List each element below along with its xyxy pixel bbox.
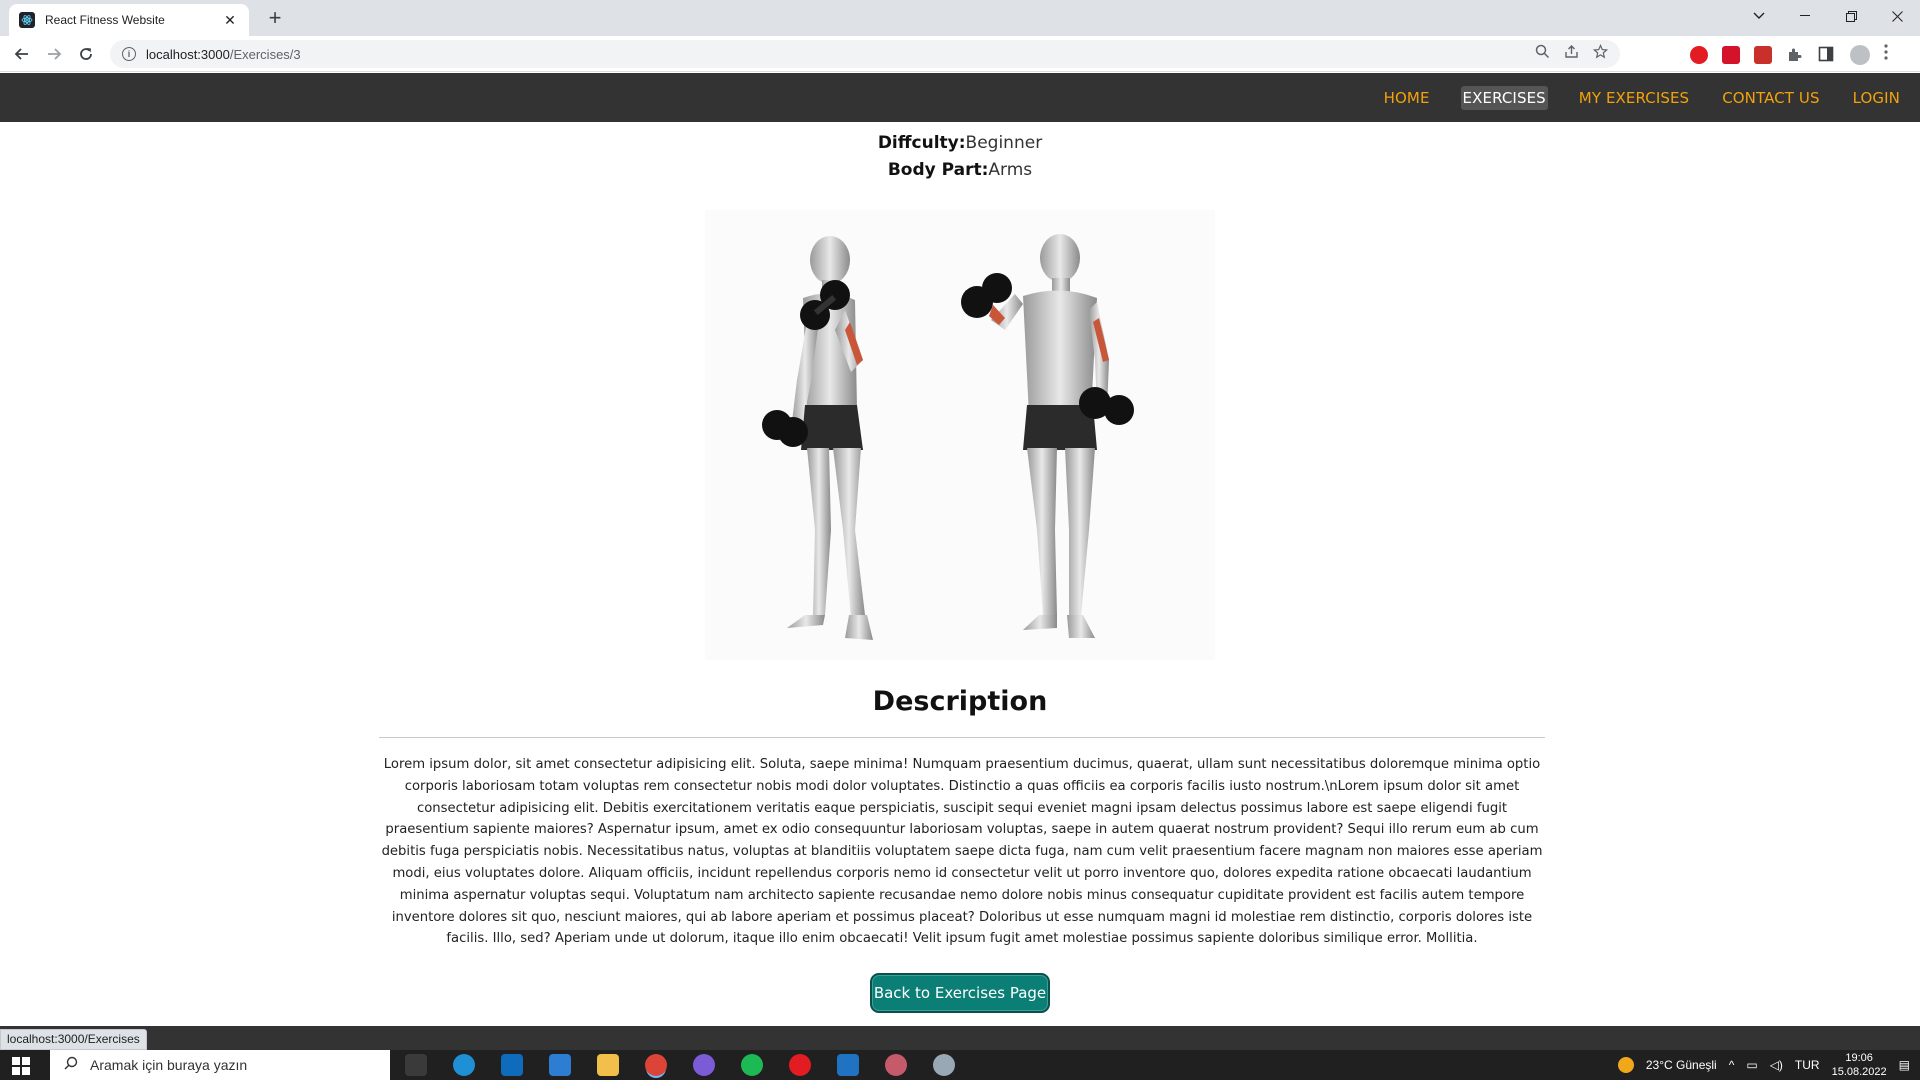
close-window-icon[interactable] (1874, 0, 1920, 32)
weather-sun-icon[interactable] (1617, 1057, 1634, 1073)
network-icon[interactable]: ▭ (1746, 1058, 1757, 1072)
bookmark-star-icon[interactable] (1592, 44, 1609, 62)
nav-login[interactable]: LOGIN (1851, 86, 1902, 110)
nav-contact-us[interactable]: CONTACT US (1720, 86, 1821, 110)
browser-toolbar: i localhost:3000/Exercises/3 (0, 36, 1920, 72)
paint-icon[interactable] (933, 1054, 955, 1076)
share-icon[interactable] (1564, 44, 1579, 62)
file-explorer-icon[interactable] (597, 1054, 619, 1076)
nav-home[interactable]: HOME (1382, 86, 1432, 110)
figure-front-view (961, 234, 1134, 638)
language-indicator[interactable]: TUR (1795, 1058, 1820, 1072)
tab-close-icon[interactable]: ✕ (221, 12, 239, 29)
notification-icon[interactable]: ▤ (1899, 1058, 1910, 1072)
windows-taskbar: Aramak için buraya yazın 23°C Güneşli ^ … (0, 1050, 1920, 1080)
tray-chevron-icon[interactable]: ^ (1729, 1058, 1735, 1072)
opera-extension-icon[interactable] (1690, 45, 1708, 64)
m-extension-icon[interactable] (1722, 45, 1740, 64)
store-icon[interactable] (549, 1054, 571, 1076)
taskbar-search[interactable]: Aramak için buraya yazın (50, 1050, 390, 1080)
app-navbar: HOME EXERCISES MY EXERCISES CONTACT US L… (0, 73, 1920, 122)
taskbar-clock[interactable]: 19:06 15.08.2022 (1832, 1051, 1887, 1079)
restore-icon[interactable] (1828, 0, 1874, 32)
chrome-icon[interactable] (645, 1054, 667, 1076)
url-text: localhost:3000/Exercises/3 (146, 47, 301, 62)
clock-time: 19:06 (1845, 1052, 1873, 1064)
side-panel-icon[interactable] (1818, 46, 1836, 64)
app-icon-pink[interactable] (885, 1054, 907, 1076)
bodypart-label: Body Part: (887, 160, 989, 180)
taskbar-apps (405, 1054, 955, 1076)
new-tab-button[interactable]: + (262, 6, 288, 32)
menu-kebab-icon[interactable] (1884, 44, 1890, 65)
exercise-image (705, 210, 1215, 660)
weather-text[interactable]: 23°C Güneşli (1646, 1058, 1717, 1072)
minimize-icon[interactable] (1782, 0, 1828, 32)
description-heading: Description (872, 686, 1048, 717)
windows-start-icon[interactable] (12, 1057, 30, 1075)
reload-icon[interactable] (74, 42, 98, 66)
bodypart-value: Arms (988, 160, 1033, 180)
figure-side-view (762, 236, 873, 640)
difficulty-row: Diffculty:Beginner (0, 130, 1920, 157)
search-icon (64, 1056, 78, 1075)
status-url-bubble: localhost:3000/Exercises (0, 1029, 147, 1050)
system-tray: 23°C Güneşli ^ ▭ ◁) TUR 19:06 15.08.2022… (1617, 1050, 1910, 1080)
omnibox-actions (1535, 44, 1609, 62)
back-arrow-icon[interactable] (10, 42, 34, 66)
url-host: localhost:3000 (146, 46, 230, 62)
taskbar-search-placeholder: Aramak için buraya yazın (90, 1057, 248, 1073)
discord-icon[interactable] (693, 1054, 715, 1076)
nav-exercises[interactable]: EXERCISES (1460, 85, 1548, 110)
red-extension-icon[interactable] (1754, 45, 1772, 64)
back-to-exercises-button[interactable]: Back to Exercises Page (870, 973, 1050, 1013)
react-favicon-icon (19, 12, 35, 28)
browser-tabstrip: React Fitness Website ✕ + (0, 0, 1920, 36)
profile-avatar[interactable] (1850, 44, 1870, 65)
spotify-icon[interactable] (741, 1054, 763, 1076)
vscode-icon[interactable] (837, 1054, 859, 1076)
task-view-icon[interactable] (405, 1054, 427, 1076)
nav-links: HOME EXERCISES MY EXERCISES CONTACT US L… (1353, 73, 1902, 122)
address-bar[interactable]: i localhost:3000/Exercises/3 (110, 40, 1620, 68)
url-path: /Exercises/3 (229, 46, 301, 62)
extensions-area (1690, 44, 1890, 65)
nav-my-exercises[interactable]: MY EXERCISES (1577, 86, 1691, 110)
tab-title: React Fitness Website (45, 13, 165, 27)
page-footer-bar (0, 1026, 1920, 1050)
clock-date: 15.08.2022 (1831, 1066, 1887, 1078)
zoom-icon[interactable] (1535, 44, 1550, 62)
difficulty-label: Diffculty: (877, 133, 966, 153)
description-divider (379, 737, 1545, 738)
edge-icon[interactable] (453, 1054, 475, 1076)
difficulty-value: Beginner (965, 133, 1043, 153)
forward-arrow-icon[interactable] (42, 42, 66, 66)
opera-icon[interactable] (789, 1054, 811, 1076)
mail-icon[interactable] (501, 1054, 523, 1076)
tab-search-icon[interactable] (1736, 0, 1782, 32)
description-text: Lorem ipsum dolor, sit amet consectetur … (381, 757, 1543, 947)
exercise-meta: Diffculty:Beginner Body Part:Arms (0, 130, 1920, 184)
volume-icon[interactable]: ◁) (1770, 1058, 1783, 1072)
browser-tab[interactable]: React Fitness Website ✕ (9, 4, 249, 36)
bodypart-row: Body Part:Arms (0, 157, 1920, 184)
site-info-icon[interactable]: i (122, 47, 136, 61)
puzzle-extensions-icon[interactable] (1786, 46, 1804, 64)
